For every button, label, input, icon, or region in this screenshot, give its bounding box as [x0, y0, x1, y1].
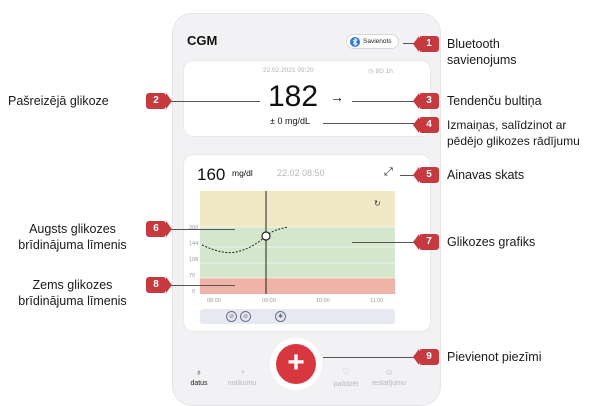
- callout-badge-8: 8: [146, 277, 172, 293]
- y-tick: 200: [189, 225, 199, 231]
- graph-selected-value: 160: [197, 165, 226, 184]
- connector-line: [323, 357, 418, 358]
- callout-8-line: Zems glikozes brīdinājuma līmenis: [18, 278, 127, 308]
- y-tick: 144: [189, 241, 199, 247]
- nav-events[interactable]: ◔ notikumu: [222, 367, 262, 387]
- connector-line: [165, 229, 235, 230]
- chart-icon: ◔: [239, 367, 245, 377]
- callout-text-3: Tendenču bultiņa: [447, 94, 542, 108]
- smile-icon: ☺: [384, 367, 394, 377]
- heart-icon: ♡: [341, 367, 351, 377]
- callout-badge-6: 6: [146, 221, 172, 237]
- callout-1-line: Bluetooth savienojums: [447, 37, 517, 67]
- connector-line: [165, 285, 235, 286]
- drop-icon: ♁: [195, 367, 203, 377]
- callout-text-7: Glikozes grafiks: [447, 235, 536, 249]
- callout-badge-3: 3: [413, 93, 439, 109]
- nav-settings-label: iestatījumu: [372, 380, 406, 387]
- bluetooth-label: Savienots: [363, 38, 392, 45]
- nav-settings[interactable]: ☺ iestatījumu: [369, 367, 409, 387]
- glucose-curve: [201, 235, 267, 254]
- connector-line: [323, 123, 418, 124]
- x-tick: 10:00: [316, 298, 330, 304]
- plus-icon: +: [287, 346, 305, 379]
- callout-6-line: Augsts glikozes brīdinājuma līmenis: [18, 222, 127, 252]
- callout-text-1: Bluetooth savienojums: [447, 36, 516, 68]
- callout-badge-7: 7: [413, 234, 439, 250]
- sensor-age: ◷ 8D 1h: [368, 68, 393, 75]
- graph-unit: mg/dl: [232, 168, 253, 178]
- callout-badge-5: 5: [413, 167, 439, 183]
- y-tick: 0: [192, 289, 196, 295]
- bluetooth-status-button[interactable]: Savienots: [346, 34, 399, 49]
- expand-icon[interactable]: ⤢: [384, 166, 393, 179]
- connector-line: [165, 101, 260, 102]
- nav-help[interactable]: ♡ palīdzēt: [326, 367, 366, 388]
- connector-line: [352, 101, 418, 102]
- callout-text-5: Ainavas skats: [447, 168, 525, 182]
- callout-badge-4: 4: [413, 117, 439, 133]
- nav-data-label: datus: [190, 380, 208, 387]
- connector-line: [352, 242, 418, 243]
- callout-text-8: Zems glikozes brīdinājuma līmenis: [0, 277, 145, 309]
- x-tick: 08:00: [207, 298, 221, 304]
- refresh-icon[interactable]: ↻: [374, 199, 381, 208]
- y-tick: 70: [189, 273, 196, 279]
- nav-data[interactable]: ♁ datus: [179, 367, 219, 387]
- pill-icon[interactable]: ⊘: [226, 311, 237, 322]
- x-tick: 09:00: [262, 298, 276, 304]
- callout-text-9: Pievienot piezīmi: [447, 350, 542, 364]
- add-note-button[interactable]: +: [276, 344, 316, 384]
- sensor-age-value: 8D 1h: [375, 68, 393, 75]
- reading-datetime: 22.02.2021 09:20: [263, 67, 314, 74]
- annotated-screenshot: CGM Savienots 22.02.2021 09:20 ◷ 8D 1h 1…: [0, 0, 614, 406]
- graph-cursor-point[interactable]: [261, 231, 271, 241]
- callout-badge-1: 1: [413, 36, 439, 52]
- current-glucose-value: 182: [268, 80, 319, 113]
- nav-help-label: palīdzēt: [333, 381, 359, 388]
- callout-badge-9: 9: [413, 349, 439, 365]
- callout-text-4: Izmaiņas, salīdzinot ar pēdējo glikozes r…: [447, 117, 580, 149]
- x-tick: 11:00: [370, 298, 384, 304]
- meal-icon[interactable]: ⊜: [240, 311, 251, 322]
- graph-selected-time: 22.02 08:50: [277, 168, 325, 178]
- callout-badge-2: 2: [146, 93, 172, 109]
- callout-text-6: Augsts glikozes brīdinājuma līmenis: [0, 221, 145, 253]
- callout-4-line: Izmaiņas, salīdzinot ar pēdējo glikozes r…: [447, 118, 580, 148]
- glucose-change: ± 0 mg/dL: [270, 116, 310, 126]
- bluetooth-icon: [350, 36, 360, 47]
- callout-text-2: Pašreizējā glikoze: [8, 94, 109, 108]
- activity-icon[interactable]: ✱: [275, 311, 286, 322]
- nav-events-label: notikumu: [227, 380, 257, 387]
- y-tick: 108: [189, 257, 199, 263]
- app-title: CGM: [187, 33, 218, 48]
- trend-arrow-icon: →: [330, 89, 344, 105]
